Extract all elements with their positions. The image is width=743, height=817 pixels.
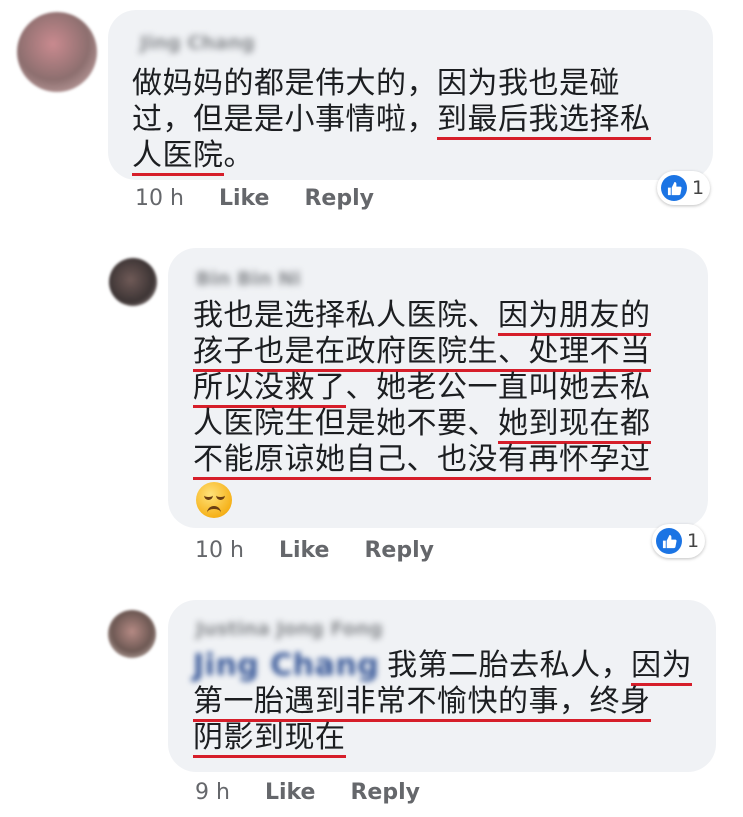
avatar[interactable] bbox=[109, 258, 157, 306]
comment-text-line: 人医院。 bbox=[132, 138, 254, 176]
comment-bubble: Justina Jong Fong Jing Chang 我第二胎去私人，因为 第… bbox=[168, 600, 716, 772]
reaction-count: 1 bbox=[687, 530, 700, 552]
comment-meta: 10 h Like Reply bbox=[135, 186, 374, 211]
like-button[interactable]: Like bbox=[265, 780, 316, 805]
like-button[interactable]: Like bbox=[219, 186, 270, 211]
sad-face-emoji bbox=[196, 482, 232, 518]
avatar[interactable] bbox=[17, 12, 97, 92]
timestamp[interactable]: 10 h bbox=[135, 186, 184, 211]
comment-author[interactable]: Justina Jong Fong bbox=[196, 618, 383, 640]
avatar[interactable] bbox=[108, 610, 156, 658]
comment-meta: 9 h Like Reply bbox=[195, 780, 420, 805]
thumbs-up-icon bbox=[661, 175, 687, 201]
comment-bubble: Jing Chang 做妈妈的都是伟大的，因为我也是碰 过，但是是小事情啦，到最… bbox=[108, 10, 713, 180]
comment-text-line: 阴影到现在 bbox=[193, 720, 346, 758]
comment-text-line: 过，但是是小事情啦，到最后我选择私 bbox=[132, 102, 651, 140]
timestamp[interactable]: 10 h bbox=[195, 538, 244, 563]
like-button[interactable]: Like bbox=[279, 538, 330, 563]
comment-text-line: 我也是选择私人医院、因为朋友的 bbox=[193, 298, 651, 336]
reply-button[interactable]: Reply bbox=[364, 538, 434, 563]
comment-bubble: Bin Bin Ni 我也是选择私人医院、因为朋友的 孩子也是在政府医院生、处理… bbox=[168, 248, 708, 528]
comment-meta: 10 h Like Reply bbox=[195, 538, 434, 563]
comment-text-line: 所以没救了、她老公一直叫她去私 bbox=[193, 370, 651, 408]
comment-text-line: 人医院生但是她不要、她到现在都 bbox=[193, 406, 651, 444]
thumbs-up-icon bbox=[656, 528, 682, 554]
comment-text-line: 第一胎遇到非常不愉快的事，终身 bbox=[193, 684, 651, 722]
reply-button[interactable]: Reply bbox=[304, 186, 374, 211]
reaction-count-badge[interactable]: 1 bbox=[652, 524, 706, 558]
comment-text-line: 孩子也是在政府医院生、处理不当 bbox=[193, 334, 651, 372]
timestamp[interactable]: 9 h bbox=[195, 780, 230, 805]
comment-text-line: Jing Chang 我第二胎去私人，因为 bbox=[193, 648, 693, 686]
reply-button[interactable]: Reply bbox=[350, 780, 420, 805]
mention-link[interactable]: Jing Chang bbox=[193, 648, 379, 684]
comment-text-line: 做妈妈的都是伟大的，因为我也是碰 bbox=[132, 66, 620, 101]
reaction-count: 1 bbox=[692, 177, 705, 199]
comment-author[interactable]: Bin Bin Ni bbox=[196, 268, 301, 290]
reaction-count-badge[interactable]: 1 bbox=[657, 171, 711, 205]
comment-text-line: 不能原谅她自己、也没有再怀孕过 bbox=[193, 442, 651, 480]
comment-author[interactable]: Jing Chang bbox=[140, 32, 255, 54]
